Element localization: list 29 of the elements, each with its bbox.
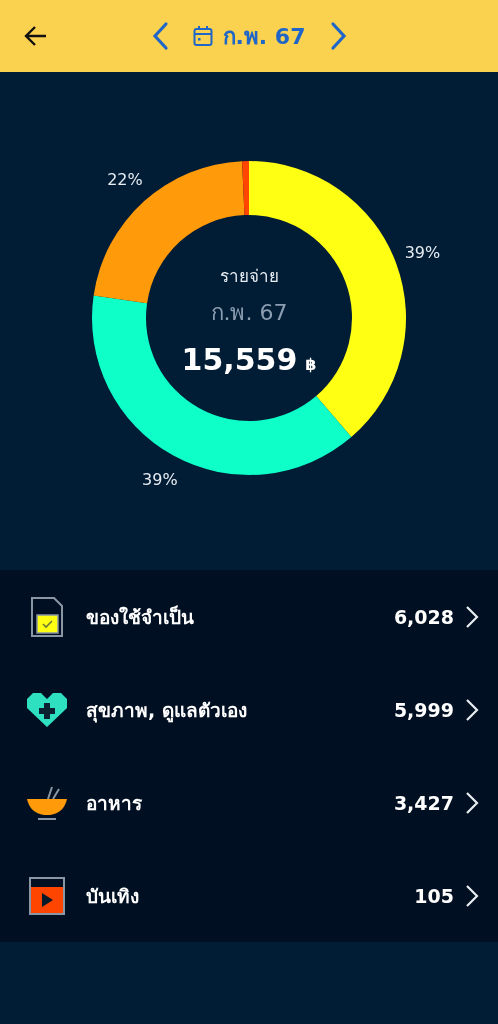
calendar-icon — [192, 25, 213, 47]
category-row[interactable]: สุขภาพ, ดูแลตัวเอง 5,999 — [0, 663, 498, 756]
chart-title: รายจ่าย — [219, 265, 279, 288]
category-amount: 3,427 — [393, 791, 454, 814]
percent-label: 39% — [142, 469, 178, 489]
document-icon — [30, 596, 64, 637]
period-label: ก.พ. 67 — [210, 299, 288, 327]
currency-symbol: ฿ — [305, 355, 317, 374]
category-name: สุขภาพ, ดูแลตัวเอง — [86, 697, 248, 725]
chevron-icon — [464, 696, 480, 723]
chevron-icon — [464, 789, 480, 816]
category-row[interactable]: บันเทิง 105 — [0, 849, 498, 942]
category-row[interactable]: อาหาร 3,427 — [0, 756, 498, 849]
category-amount: 105 — [414, 884, 454, 907]
heart-icon — [25, 691, 69, 728]
percent-label: 39% — [404, 243, 441, 263]
chevron-icon — [464, 882, 480, 909]
category-amount: 5,999 — [393, 698, 454, 721]
category-name: ของใช้จำเป็น — [86, 604, 195, 630]
period-button[interactable]: ก.พ. 67 — [186, 18, 312, 54]
chevron-icon — [464, 603, 480, 630]
category-name: บันเทิง — [86, 883, 140, 909]
category-name: อาหาร — [86, 790, 143, 816]
total-amount: 15,559 — [181, 342, 298, 377]
bowl-icon — [26, 784, 68, 821]
video-icon — [29, 876, 65, 915]
category-row[interactable]: ของใช้จำเป็น 6,028 — [0, 570, 498, 663]
percent-label: 22% — [107, 170, 143, 190]
category-amount: 6,028 — [393, 605, 454, 628]
